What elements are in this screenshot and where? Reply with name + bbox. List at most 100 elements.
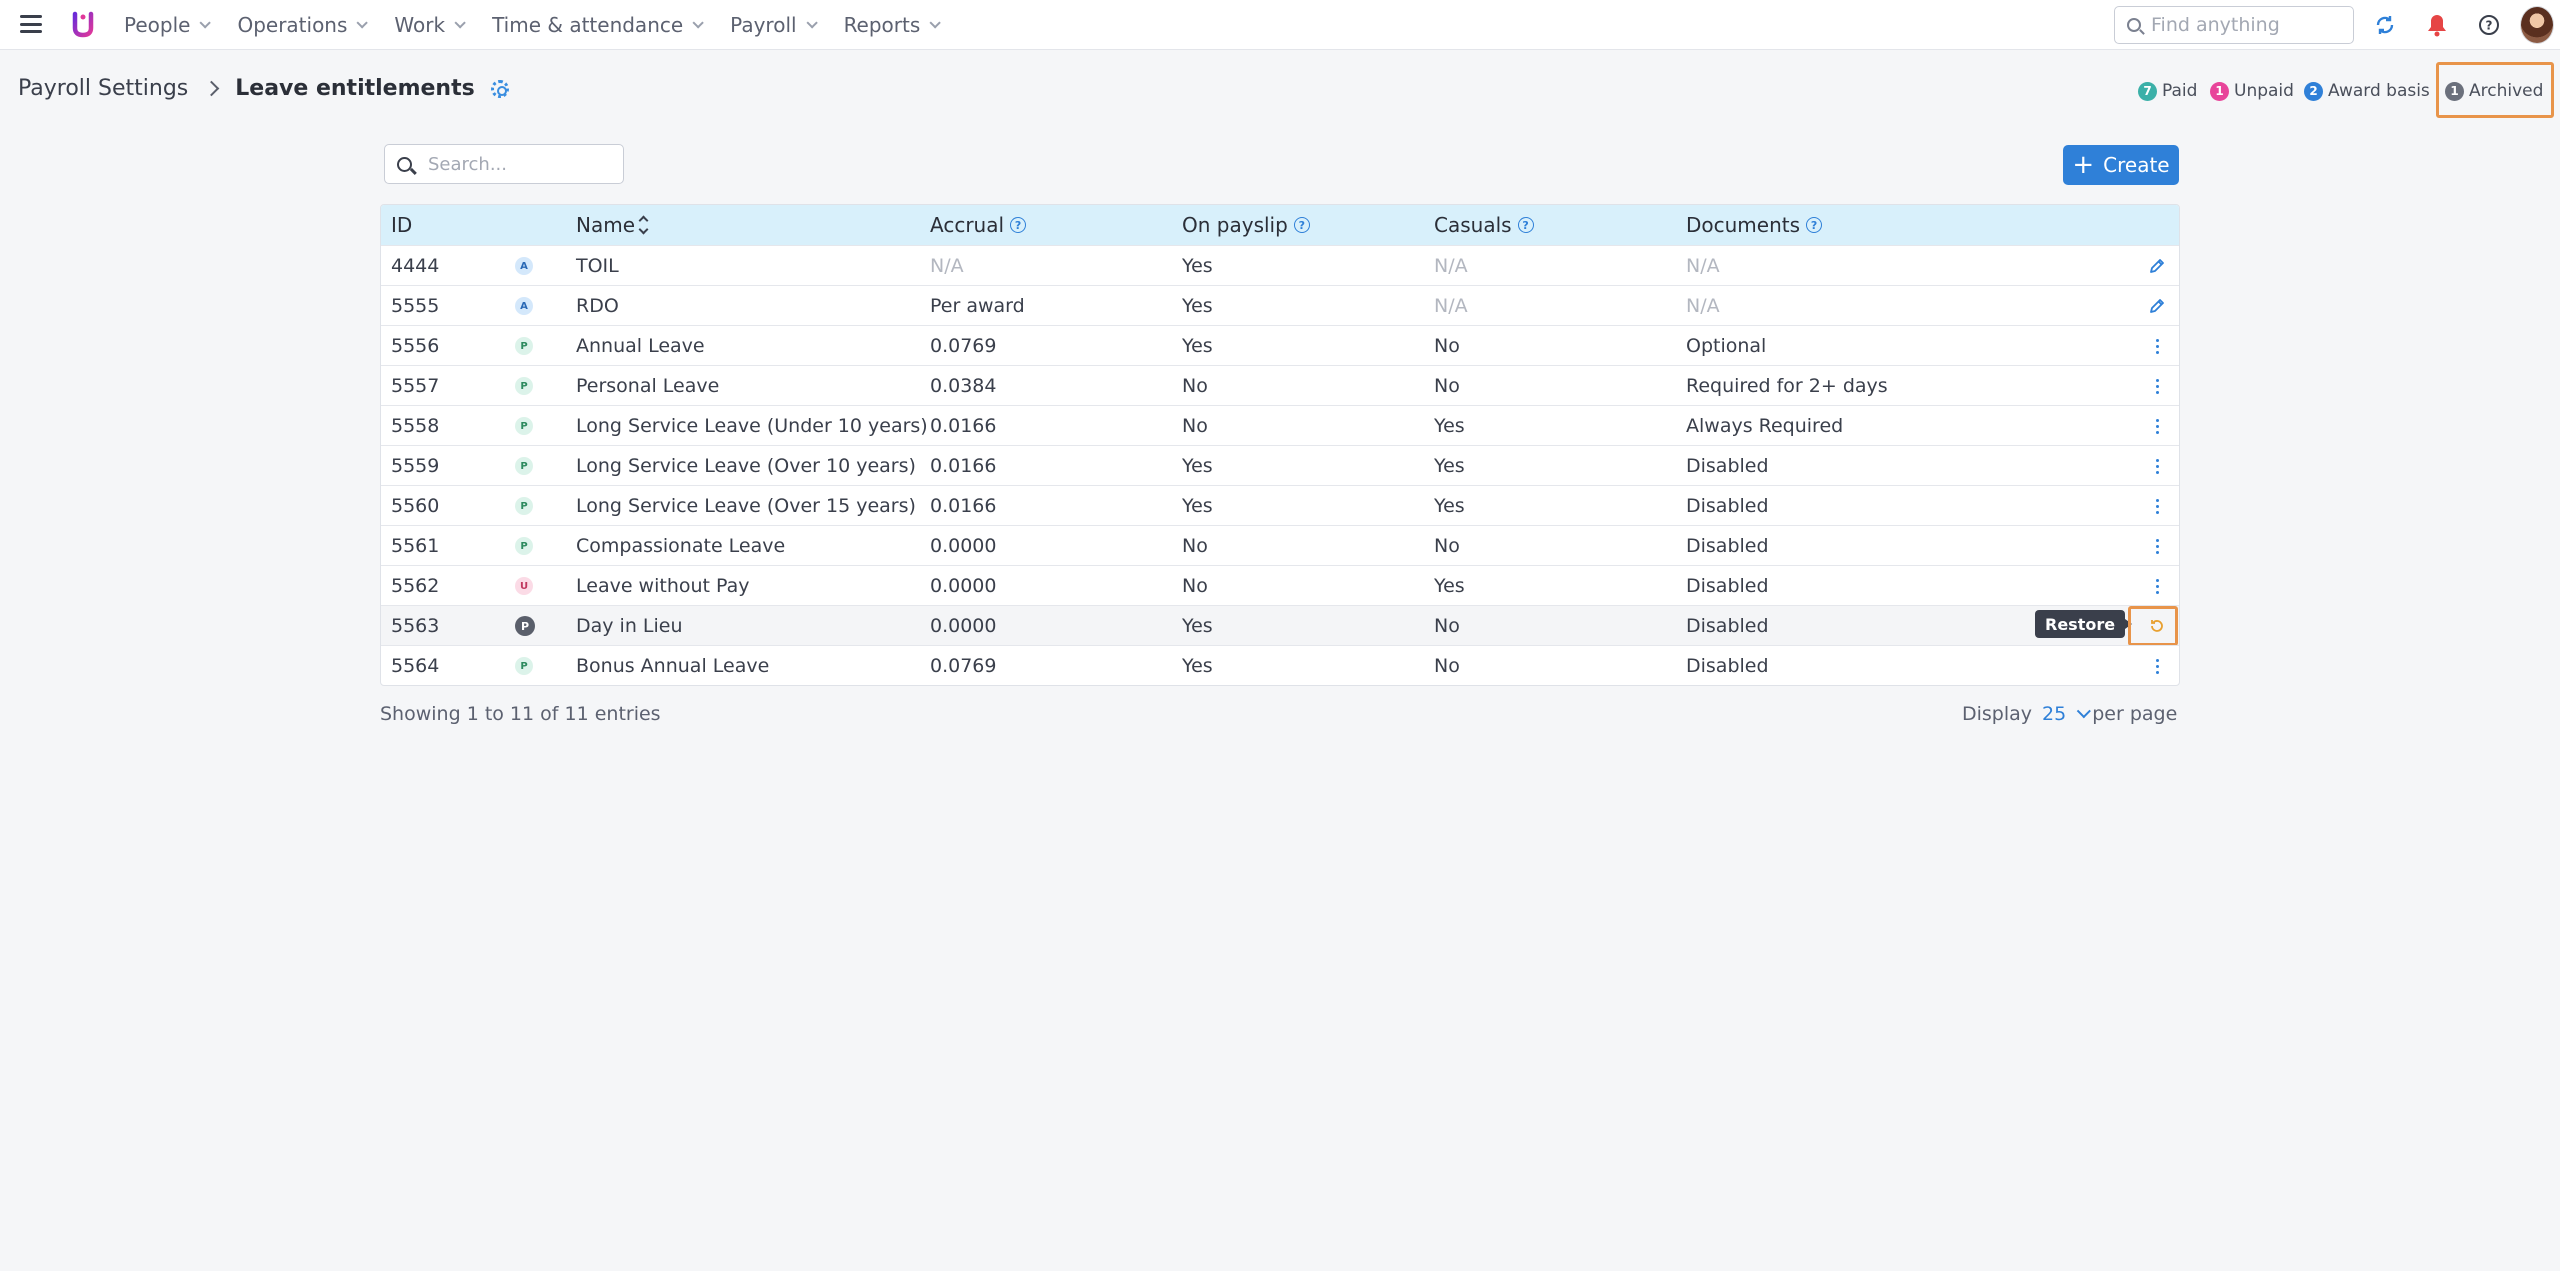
cell-on-payslip: No	[1182, 415, 1208, 437]
chevron-down-icon	[806, 17, 818, 29]
type-badge-cell: P	[515, 366, 533, 406]
edit-pencil-icon[interactable]	[2145, 254, 2169, 278]
table-row[interactable]: 5560 Long Service Leave (Over 15 years) 0.…	[381, 485, 2179, 525]
gear-icon[interactable]	[490, 79, 509, 98]
legend-award-basis[interactable]: 2 Award basis	[2304, 78, 2430, 104]
cell-casuals: No	[1434, 655, 1460, 677]
nav-item-people[interactable]: People	[124, 13, 212, 37]
nav-item-label: Time & attendance	[492, 13, 684, 37]
table-row[interactable]: 4444 TOIL N/A Yes N/A N/A A	[381, 245, 2179, 285]
global-search[interactable]	[2114, 6, 2354, 44]
help-icon[interactable]: ?	[1806, 217, 1823, 233]
nav-item-operations[interactable]: Operations	[237, 13, 369, 37]
edit-pencil-icon[interactable]	[2145, 294, 2169, 318]
table-row[interactable]: 5556 Annual Leave 0.0769 Yes No Optional P	[381, 325, 2179, 365]
cell-casuals: Yes	[1434, 415, 1465, 437]
app-logo[interactable]	[70, 8, 96, 40]
cell-name: Personal Leave	[576, 375, 720, 397]
table-row[interactable]: 5563 Day in Lieu 0.0000 Yes No Disabled P Resto…	[381, 605, 2179, 646]
cell-id: 5563	[391, 615, 440, 637]
table-row[interactable]: 5555 RDO Per award Yes N/A N/A A	[381, 285, 2179, 325]
cell-documents: Disabled	[1686, 535, 1769, 557]
nav-item-reports[interactable]: Reports	[844, 13, 942, 37]
cell-casuals: No	[1434, 335, 1460, 357]
type-badge: A	[515, 297, 533, 315]
more-options-icon[interactable]	[2145, 574, 2169, 598]
per-page-suffix: per page	[2092, 703, 2178, 725]
table-header: ID Name Accrual? On payslip? Casuals? Do…	[381, 205, 2179, 245]
type-badge-cell: P	[515, 326, 533, 366]
chevron-down-icon	[692, 17, 704, 29]
table-row[interactable]: 5561 Compassionate Leave 0.0000 No No Disable…	[381, 525, 2179, 565]
help-icon[interactable]: ?	[2476, 12, 2502, 38]
more-options-icon[interactable]	[2145, 654, 2169, 678]
column-documents: Documents?	[1686, 205, 1823, 245]
help-icon[interactable]: ?	[1293, 217, 1310, 233]
per-page-value: 25	[2042, 703, 2067, 725]
search-input[interactable]	[428, 153, 608, 175]
table-row[interactable]: 5564 Bonus Annual Leave 0.0769 Yes No Disable…	[381, 645, 2179, 685]
cell-on-payslip: Yes	[1182, 655, 1213, 677]
more-options-icon[interactable]	[2145, 454, 2169, 478]
chevron-down-icon	[454, 17, 466, 29]
global-search-input[interactable]	[2151, 14, 2341, 36]
table-search[interactable]	[384, 144, 624, 184]
more-options-icon[interactable]	[2145, 414, 2169, 438]
more-options-icon[interactable]	[2145, 534, 2169, 558]
column-name[interactable]: Name	[576, 205, 649, 245]
cell-name: Compassionate Leave	[576, 535, 786, 557]
per-page-select[interactable]: 25	[2042, 703, 2092, 725]
page-title: Leave entitlements	[235, 76, 475, 101]
legend-unpaid[interactable]: 1 Unpaid	[2210, 78, 2294, 104]
table-row[interactable]: 5557 Personal Leave 0.0384 No No Required for…	[381, 365, 2179, 405]
notification-bell-icon[interactable]	[2424, 12, 2450, 38]
table-row[interactable]: 5558 Long Service Leave (Under 10 years) 0…	[381, 405, 2179, 445]
type-badge-cell: P	[515, 606, 535, 646]
create-button-label: Create	[2103, 153, 2170, 177]
nav-item-time-attendance[interactable]: Time & attendance	[492, 13, 704, 37]
cell-documents: Optional	[1686, 335, 1767, 357]
cell-accrual: Per award	[930, 295, 1025, 317]
cell-id: 4444	[391, 255, 440, 277]
more-options-icon[interactable]	[2145, 334, 2169, 358]
cell-on-payslip: No	[1182, 375, 1208, 397]
user-avatar[interactable]	[2520, 6, 2554, 44]
legend-paid[interactable]: 7 Paid	[2138, 78, 2197, 104]
legend-label: Unpaid	[2234, 81, 2294, 101]
sync-icon[interactable]	[2372, 12, 2398, 38]
table-row[interactable]: 5562 Leave without Pay 0.0000 No Yes Disabled…	[381, 565, 2179, 605]
cell-documents: N/A	[1686, 255, 1720, 277]
table-row[interactable]: 5559 Long Service Leave (Over 10 years) 0.…	[381, 445, 2179, 485]
type-badge-cell: P	[515, 446, 533, 486]
cell-id: 5558	[391, 415, 440, 437]
more-options-icon[interactable]	[2145, 494, 2169, 518]
cell-on-payslip: Yes	[1182, 495, 1213, 517]
help-icon[interactable]: ?	[1517, 217, 1534, 233]
cell-name: Long Service Leave (Over 15 years)	[576, 495, 916, 517]
cell-documents: Always Required	[1686, 415, 1844, 437]
legend-count-badge: 2	[2304, 81, 2323, 101]
cell-on-payslip: Yes	[1182, 255, 1213, 277]
more-options-icon[interactable]	[2145, 374, 2169, 398]
sort-icon[interactable]	[638, 215, 649, 235]
cell-name: Bonus Annual Leave	[576, 655, 770, 677]
main-nav: People Operations Work Time & attendance Pay…	[124, 0, 967, 50]
column-label: Name	[576, 213, 636, 237]
nav-item-label: Operations	[237, 13, 348, 37]
nav-item-work[interactable]: Work	[394, 13, 466, 37]
menu-icon[interactable]	[20, 15, 42, 33]
create-button[interactable]: + Create	[2063, 145, 2179, 185]
cell-id: 5559	[391, 455, 440, 477]
breadcrumb-payroll-settings[interactable]: Payroll Settings	[18, 76, 188, 101]
type-badge-cell: P	[515, 486, 533, 526]
nav-item-payroll[interactable]: Payroll	[730, 13, 818, 37]
cell-casuals: No	[1434, 375, 1460, 397]
column-label: Casuals	[1434, 213, 1512, 237]
cell-id: 5564	[391, 655, 440, 677]
help-icon[interactable]: ?	[1010, 217, 1027, 233]
type-badge: P	[515, 417, 533, 435]
cell-casuals: No	[1434, 615, 1460, 637]
cell-name: Annual Leave	[576, 335, 705, 357]
column-casuals: Casuals?	[1434, 205, 1534, 245]
search-icon	[397, 156, 412, 172]
